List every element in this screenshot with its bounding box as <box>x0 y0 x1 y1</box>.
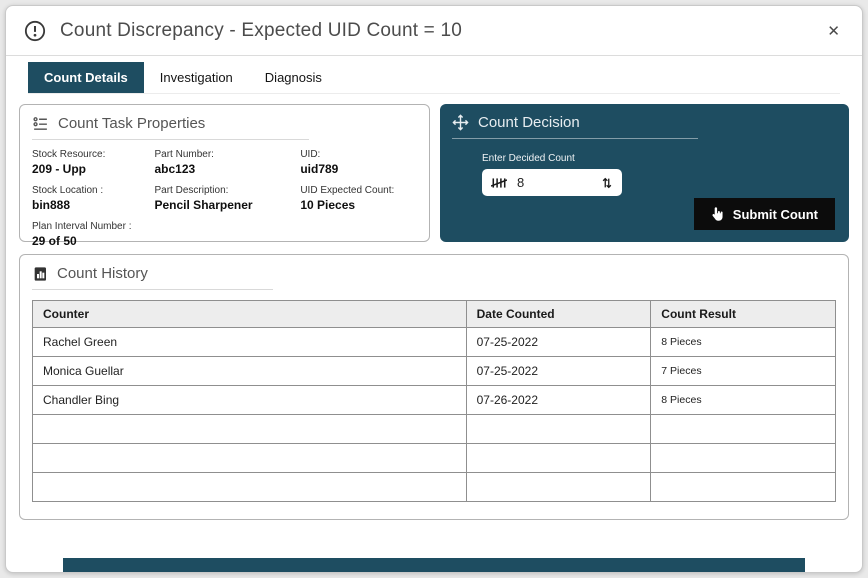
cell-counter <box>33 473 467 502</box>
tab-content: Count Task Properties Stock Resource: 20… <box>6 94 862 520</box>
count-history-title: Count History <box>32 265 273 290</box>
list-properties-icon <box>32 115 49 132</box>
cell-date-counted <box>466 444 651 473</box>
close-icon[interactable]: ✕ <box>823 18 844 44</box>
table-row <box>33 444 836 473</box>
cell-counter: Rachel Green <box>33 328 467 357</box>
field-plan-interval-number: Plan Interval Number : 29 of 50 <box>32 221 155 248</box>
page-title: Count Discrepancy - Expected UID Count =… <box>60 20 462 42</box>
table-row: Monica Guellar 07-25-2022 7 Pieces <box>33 357 836 386</box>
cell-counter <box>33 444 467 473</box>
cell-counter: Monica Guellar <box>33 357 467 386</box>
column-header-counter: Counter <box>33 301 467 328</box>
table-row <box>33 415 836 444</box>
field-uid-expected-count: UID Expected Count: 10 Pieces <box>300 185 417 212</box>
field-part-number: Part Number: abc123 <box>155 149 301 176</box>
stepper-arrows-icon[interactable] <box>601 176 613 190</box>
bar-chart-document-icon <box>32 266 48 282</box>
tally-count-icon <box>491 176 507 190</box>
hand-click-icon <box>711 206 724 222</box>
table-row: Chandler Bing 07-26-2022 8 Pieces <box>33 386 836 415</box>
decided-count-input[interactable] <box>515 174 593 191</box>
cell-count-result: 8 Pieces <box>651 386 836 415</box>
cell-count-result: 7 Pieces <box>651 357 836 386</box>
column-header-count-result: Count Result <box>651 301 836 328</box>
submit-count-button[interactable]: Submit Count <box>694 198 835 230</box>
four-way-arrows-icon <box>452 114 469 131</box>
cell-date-counted: 07-25-2022 <box>466 328 651 357</box>
count-history-panel: Count History Counter Date Counted Count… <box>19 254 849 520</box>
cell-counter <box>33 415 467 444</box>
table-header-row: Counter Date Counted Count Result <box>33 301 836 328</box>
cell-date-counted: 07-26-2022 <box>466 386 651 415</box>
count-decision-title: Count Decision <box>452 114 698 139</box>
dialog-window: Count Discrepancy - Expected UID Count =… <box>5 5 863 573</box>
field-part-description: Part Description: Pencil Sharpener <box>155 185 301 212</box>
footer-bar <box>63 558 805 572</box>
cell-counter: Chandler Bing <box>33 386 467 415</box>
cell-count-result <box>651 444 836 473</box>
alert-info-icon <box>24 20 46 42</box>
count-decision-panel: Count Decision Enter Decided Count <box>440 104 849 242</box>
cell-count-result: 8 Pieces <box>651 328 836 357</box>
tab-diagnosis[interactable]: Diagnosis <box>249 62 338 93</box>
task-properties-fields: Stock Resource: 209 - Upp Part Number: a… <box>32 149 417 248</box>
tab-count-details[interactable]: Count Details <box>28 62 144 93</box>
field-uid: UID: uid789 <box>300 149 417 176</box>
table-row <box>33 473 836 502</box>
dialog-header: Count Discrepancy - Expected UID Count =… <box>6 6 862 56</box>
tab-bar: Count Details Investigation Diagnosis <box>28 62 840 94</box>
count-task-properties-title: Count Task Properties <box>32 115 309 140</box>
tab-investigation[interactable]: Investigation <box>144 62 249 93</box>
cell-count-result <box>651 415 836 444</box>
count-history-table: Counter Date Counted Count Result Rachel… <box>32 300 836 502</box>
decided-count-field[interactable] <box>482 169 622 196</box>
table-row: Rachel Green 07-25-2022 8 Pieces <box>33 328 836 357</box>
cell-date-counted <box>466 473 651 502</box>
count-task-properties-panel: Count Task Properties Stock Resource: 20… <box>19 104 430 242</box>
field-stock-resource: Stock Resource: 209 - Upp <box>32 149 155 176</box>
column-header-date-counted: Date Counted <box>466 301 651 328</box>
cell-date-counted: 07-25-2022 <box>466 357 651 386</box>
cell-count-result <box>651 473 836 502</box>
field-stock-location: Stock Location : bin888 <box>32 185 155 212</box>
decided-count-label: Enter Decided Count <box>482 153 837 164</box>
cell-date-counted <box>466 415 651 444</box>
